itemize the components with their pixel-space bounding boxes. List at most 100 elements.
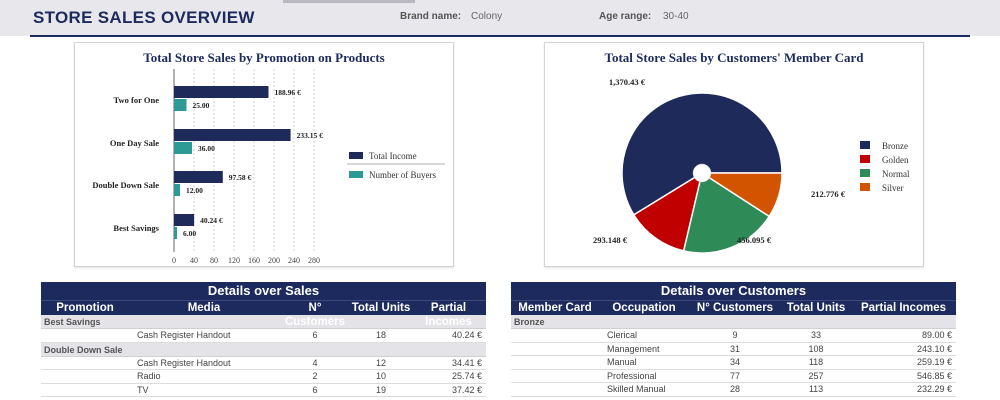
table-row: Cash Register Handout 4 12 34.41 € (41, 357, 486, 370)
table-cell (511, 343, 599, 356)
header-divider (30, 35, 970, 37)
group-row: Double Down Sale (41, 342, 486, 357)
sales-table-header: Promotion Media N° Customers Total Units Par… (41, 300, 486, 328)
promotion-bar-chart: 0 40 80 120 160 200 240 280 Two for One 188.96 € 2… (92, 69, 445, 265)
table-row: Radio 2 10 25.74 € (41, 370, 486, 384)
column-header[interactable]: N° Customers (689, 301, 781, 315)
legend-label-normal: Normal (882, 169, 910, 179)
category-label: One Day Sale (110, 138, 159, 148)
legend-label-bronze: Bronze (882, 141, 908, 151)
legend-swatch-golden (860, 155, 870, 163)
category-label: Double Down Sale (92, 180, 159, 190)
table-cell: 31 (729, 343, 740, 354)
customers-table-body: Bronze Clerical 9 33 89.00 € Management 31 108 2… (511, 315, 956, 397)
table-cell: 259.19 € (916, 357, 952, 367)
table-cell: 6 (312, 384, 318, 395)
table-cell (41, 384, 129, 397)
table-cell: 12 (375, 357, 386, 368)
table-row: Professional 77 257 546.85 € (511, 370, 956, 383)
table-cell: Professional (607, 370, 657, 381)
buyers-value-label: 6.00 (183, 229, 196, 238)
table-cell: 108 (808, 343, 824, 354)
sales-table-title: Details over Sales (41, 282, 486, 300)
x-tick-label: 40 (190, 256, 198, 265)
sales-table-body: Best Savings Cash Register Handout 6 18 40.2… (41, 315, 486, 397)
column-header[interactable]: N° Customers (279, 301, 351, 328)
pie-center-hole (692, 163, 712, 183)
table-cell: Radio (137, 371, 161, 381)
table-cell (41, 370, 129, 383)
buyers-bar (174, 142, 192, 154)
buyers-value-label: 12.00 (186, 186, 203, 195)
age-range-value: 30-40 (663, 11, 689, 22)
column-header[interactable]: Total Units (781, 301, 851, 315)
customers-table-title: Details over Customers (511, 282, 956, 300)
column-header[interactable]: Member Card (511, 301, 599, 315)
group-row: Bronze (511, 315, 956, 329)
table-cell: 34.41 € (451, 357, 482, 368)
sales-details-table: Details over Sales Promotion Media N° Cust… (41, 282, 486, 397)
table-cell: 89.00 € (921, 330, 952, 340)
customers-details-table: Details over Customers Member Card Occupa… (511, 282, 956, 397)
column-header[interactable]: Promotion (41, 301, 129, 315)
category-label: Best Savings (113, 223, 159, 233)
table-cell: 25.74 € (451, 371, 482, 381)
tab-indicator (283, 0, 415, 3)
table-cell: 18 (375, 330, 386, 340)
table-cell (511, 356, 599, 369)
table-cell: Management (607, 343, 660, 354)
x-tick-label: 240 (288, 256, 300, 265)
column-header[interactable]: Partial Incomes (411, 301, 486, 328)
table-cell: 257 (808, 370, 824, 381)
table-cell: 2 (312, 371, 318, 381)
member-card-pie-chart: 1,370.43 € 293.148 € 456.095 € 212.776 € Bro… (593, 77, 910, 254)
legend-label-golden: Golden (882, 155, 909, 165)
x-tick-label: 200 (268, 256, 280, 265)
table-cell: 37.42 € (451, 384, 482, 395)
table-cell: 28 (729, 384, 740, 394)
legend-label-buyers: Number of Buyers (369, 170, 436, 180)
legend-swatch-bronze (860, 141, 870, 149)
column-header[interactable]: Occupation (599, 301, 689, 315)
table-cell: 546.85 € (916, 370, 952, 381)
buyers-bar (174, 99, 187, 111)
brand-label: Brand name: (400, 11, 462, 22)
income-bar (174, 129, 291, 141)
promotion-chart-panel: Total Store Sales by Promotion on Produc… (74, 42, 454, 267)
income-bar (174, 171, 223, 183)
legend-swatch-silver (860, 183, 870, 191)
table-cell: 9 (732, 330, 738, 340)
table-cell (41, 357, 129, 370)
table-row: TV 6 19 37.42 € (41, 384, 486, 397)
buyers-bar (174, 184, 180, 196)
table-cell (511, 383, 599, 396)
table-row: Management 31 108 243.10 € (511, 343, 956, 356)
pie-value-label: 456.095 € (737, 235, 772, 245)
table-cell: Cash Register Handout (137, 330, 231, 340)
table-cell: 4 (312, 357, 318, 368)
legend-swatch-income (349, 152, 363, 159)
table-row: Clerical 9 33 89.00 € (511, 329, 956, 343)
table-cell (511, 329, 599, 342)
table-cell: 10 (375, 371, 386, 381)
customers-table-header: Member Card Occupation N° Customers Total U… (511, 300, 956, 315)
age-range-label: Age range: (599, 11, 652, 22)
brand-value: Colony (471, 11, 503, 22)
legend-label-income: Total Income (369, 151, 417, 161)
table-cell: 19 (375, 384, 386, 395)
column-header[interactable]: Media (129, 301, 279, 315)
column-header[interactable]: Total Units (351, 301, 411, 315)
table-cell (511, 370, 599, 383)
income-value-label: 40.24 € (200, 216, 223, 225)
buyers-bar (174, 227, 177, 239)
header-bar: STORE SALES OVERVIEW Brand name: Colony … (0, 0, 1000, 36)
column-header[interactable]: Partial Incomes (851, 301, 956, 315)
table-cell: 118 (808, 357, 824, 367)
table-row: Manual 34 118 259.19 € (511, 356, 956, 370)
table-cell: Cash Register Handout (137, 357, 231, 368)
buyers-value-label: 25.00 (193, 101, 210, 110)
table-cell: 33 (810, 330, 821, 340)
table-cell: Skilled Manual (607, 384, 666, 394)
table-cell: 6 (312, 330, 318, 340)
income-bar (174, 214, 195, 226)
